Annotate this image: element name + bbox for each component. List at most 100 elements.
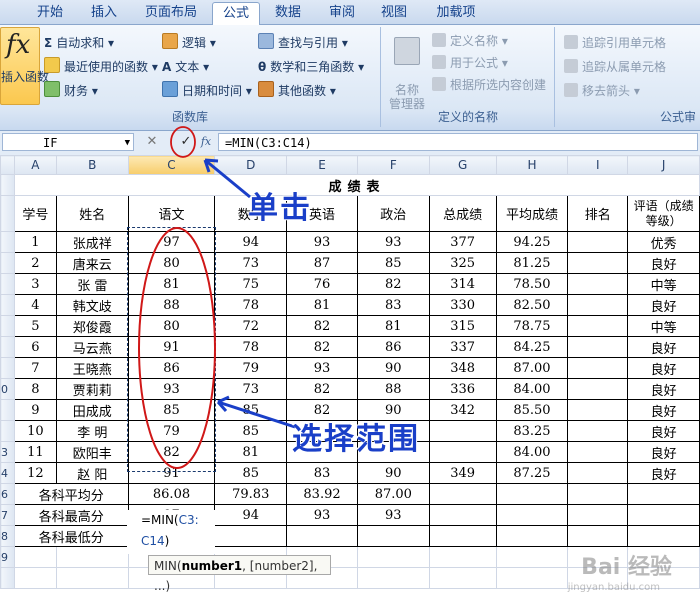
table-cell[interactable]: 72 [214, 315, 288, 337]
table-cell[interactable]: 97 [127, 231, 216, 253]
formula-input[interactable]: =MIN(C3:C14) [218, 133, 698, 151]
table-cell[interactable]: 93 [127, 378, 216, 400]
table-cell[interactable]: 79 [214, 357, 288, 379]
insert-function-icon[interactable]: fx [198, 134, 214, 150]
column-header[interactable]: E [286, 155, 358, 175]
table-cell[interactable]: 75 [214, 273, 288, 295]
table-cell[interactable]: 张 雷 [55, 273, 129, 295]
header-cell[interactable]: 姓名 [55, 195, 129, 232]
row-header[interactable]: 9 [0, 546, 15, 568]
table-cell[interactable]: 314 [428, 273, 497, 295]
table-cell[interactable]: 赵 阳 [55, 462, 129, 484]
sheet-title[interactable]: 成绩表 [13, 174, 700, 196]
cell[interactable] [55, 567, 129, 589]
row-header[interactable] [0, 294, 15, 316]
math-button[interactable]: θ 数学和三角函数 ▾ [258, 57, 364, 77]
table-cell[interactable] [567, 252, 629, 274]
avg-cell[interactable]: 86.08 [127, 483, 216, 505]
table-cell[interactable]: 82 [356, 273, 430, 295]
cell[interactable] [495, 483, 569, 505]
editing-cell[interactable]: =MIN(C3: C14) [127, 510, 215, 554]
table-cell[interactable] [567, 336, 629, 358]
table-cell[interactable]: 马云燕 [55, 336, 129, 358]
cell[interactable] [627, 504, 700, 526]
table-cell[interactable]: 82 [286, 315, 358, 337]
header-cell[interactable]: 学号 [13, 195, 57, 232]
table-cell[interactable]: 1 [13, 231, 57, 253]
cell[interactable] [627, 525, 700, 547]
cell[interactable] [428, 525, 497, 547]
tab-insert[interactable]: 插入 [82, 2, 126, 23]
cell[interactable] [495, 567, 569, 589]
table-cell[interactable]: 349 [428, 462, 497, 484]
table-cell[interactable]: 82 [286, 336, 358, 358]
table-cell[interactable]: 贾莉莉 [55, 378, 129, 400]
table-cell[interactable] [428, 420, 497, 442]
cell[interactable] [495, 504, 569, 526]
table-cell[interactable]: 79 [127, 420, 216, 442]
table-cell[interactable]: 良好 [627, 399, 700, 421]
create-from-selection-button[interactable]: 根据所选内容创建 [432, 75, 546, 95]
table-cell[interactable]: 良好 [627, 462, 700, 484]
row-header[interactable]: 3 [0, 441, 15, 463]
table-cell[interactable]: 87 [286, 252, 358, 274]
table-cell[interactable] [567, 399, 629, 421]
table-cell[interactable]: 325 [428, 252, 497, 274]
insert-function-button[interactable]: fx 插入函数 [0, 27, 49, 105]
table-cell[interactable]: 76 [286, 273, 358, 295]
row-header[interactable] [0, 567, 15, 589]
cell[interactable] [428, 546, 497, 568]
cell[interactable] [356, 525, 430, 547]
table-cell[interactable]: 中等 [627, 315, 700, 337]
table-cell[interactable]: 83 [356, 294, 430, 316]
header-cell[interactable]: 总成绩 [428, 195, 497, 232]
table-cell[interactable]: 86 [127, 357, 216, 379]
table-cell[interactable]: 90 [356, 357, 430, 379]
table-cell[interactable]: 良好 [627, 294, 700, 316]
table-cell[interactable]: 315 [428, 315, 497, 337]
table-cell[interactable]: 93 [286, 231, 358, 253]
cell[interactable] [55, 546, 129, 568]
cell[interactable] [356, 546, 430, 568]
table-cell[interactable]: 330 [428, 294, 497, 316]
tab-page-layout[interactable]: 页面布局 [136, 2, 206, 23]
table-cell[interactable]: 377 [428, 231, 497, 253]
column-header[interactable]: A [13, 155, 57, 175]
header-cell[interactable]: 政治 [356, 195, 430, 232]
column-header[interactable]: J [627, 155, 700, 175]
cell[interactable] [567, 525, 629, 547]
tab-formulas[interactable]: 公式 [212, 2, 260, 25]
table-cell[interactable]: 85 [214, 462, 288, 484]
row-header[interactable] [0, 252, 15, 274]
tooltip-arg1[interactable]: number1 [182, 559, 243, 573]
table-cell[interactable]: 85.50 [495, 399, 569, 421]
datetime-button[interactable]: 日期和时间 ▾ [162, 81, 252, 101]
table-cell[interactable]: 欧阳丰 [55, 441, 129, 463]
column-header[interactable]: H [495, 155, 569, 175]
table-cell[interactable] [567, 378, 629, 400]
avg-cell[interactable]: 83.92 [286, 483, 358, 505]
table-cell[interactable]: 91 [127, 336, 216, 358]
cell[interactable] [356, 567, 430, 589]
row-header[interactable] [0, 174, 15, 196]
table-cell[interactable]: 342 [428, 399, 497, 421]
table-cell[interactable]: 良好 [627, 441, 700, 463]
text-button[interactable]: A 文本 ▾ [162, 57, 209, 77]
table-cell[interactable]: 84.25 [495, 336, 569, 358]
table-cell[interactable]: 中等 [627, 273, 700, 295]
table-cell[interactable]: 80 [127, 315, 216, 337]
table-cell[interactable] [567, 231, 629, 253]
table-cell[interactable]: 84.00 [495, 378, 569, 400]
column-header[interactable]: F [356, 155, 430, 175]
table-cell[interactable]: 韩文歧 [55, 294, 129, 316]
table-cell[interactable]: 12 [13, 462, 57, 484]
avg-label-cell[interactable]: 各科平均分 [13, 483, 129, 505]
name-box[interactable]: IF ▼ [2, 133, 134, 151]
header-cell[interactable]: 语文 [127, 195, 216, 232]
table-cell[interactable]: 85 [356, 252, 430, 274]
row-header[interactable]: 4 [0, 462, 15, 484]
cell[interactable] [495, 525, 569, 547]
table-cell[interactable]: 81 [214, 441, 288, 463]
table-cell[interactable]: 78.75 [495, 315, 569, 337]
table-cell[interactable]: 郑俊霞 [55, 315, 129, 337]
